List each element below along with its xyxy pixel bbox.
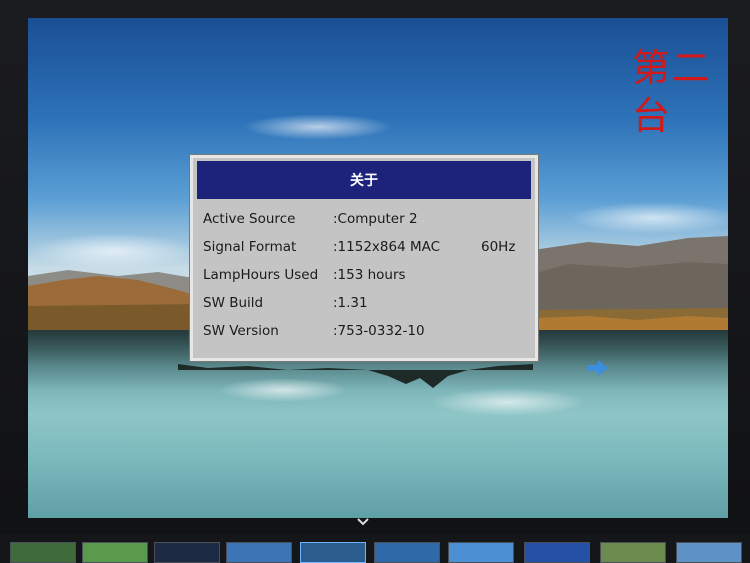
cloud-reflection <box>428 388 588 416</box>
row-label: Signal Format <box>203 239 297 255</box>
cloud-reflection <box>218 378 348 402</box>
thumbnail[interactable] <box>600 542 666 563</box>
row-label: SW Build <box>203 295 264 311</box>
thumbnail-selected[interactable] <box>300 542 366 563</box>
thumbnail[interactable] <box>154 542 220 563</box>
thumbnail[interactable] <box>82 542 148 563</box>
info-row-lamp-hours: LampHours Used :153 hours <box>203 263 529 287</box>
info-row-active-source: Active Source :Computer 2 <box>203 207 529 231</box>
about-dialog: 关于 Active Source :Computer 2 Signal Form… <box>189 154 539 362</box>
row-value: :1.31 <box>333 295 368 311</box>
thumbnail[interactable] <box>524 542 590 563</box>
watermark-text: 第二台 <box>632 46 713 138</box>
info-row-sw-build: SW Build :1.31 <box>203 291 529 315</box>
thumbnail[interactable] <box>226 542 292 563</box>
thumbnail[interactable] <box>10 542 76 563</box>
chevron-down-icon[interactable] <box>357 516 369 528</box>
refresh-rate: 60Hz <box>481 239 516 255</box>
info-row-sw-version: SW Version :753-0332-10 <box>203 319 529 343</box>
row-value: :1152x864 MAC <box>333 239 441 255</box>
info-row-signal-format: Signal Format :1152x864 MAC 60Hz <box>203 235 529 259</box>
thumbnail[interactable] <box>374 542 440 563</box>
thumbnail[interactable] <box>448 542 514 563</box>
dialog-title: 关于 <box>197 161 531 199</box>
row-value: :753-0332-10 <box>333 323 425 339</box>
row-label: SW Version <box>203 323 279 339</box>
arrow-right-icon[interactable] <box>587 359 609 377</box>
row-value: :153 hours <box>333 267 406 283</box>
row-value: :Computer 2 <box>333 211 418 227</box>
row-label: LampHours Used <box>203 267 319 283</box>
thumbnail[interactable] <box>676 542 742 563</box>
row-label: Active Source <box>203 211 296 227</box>
